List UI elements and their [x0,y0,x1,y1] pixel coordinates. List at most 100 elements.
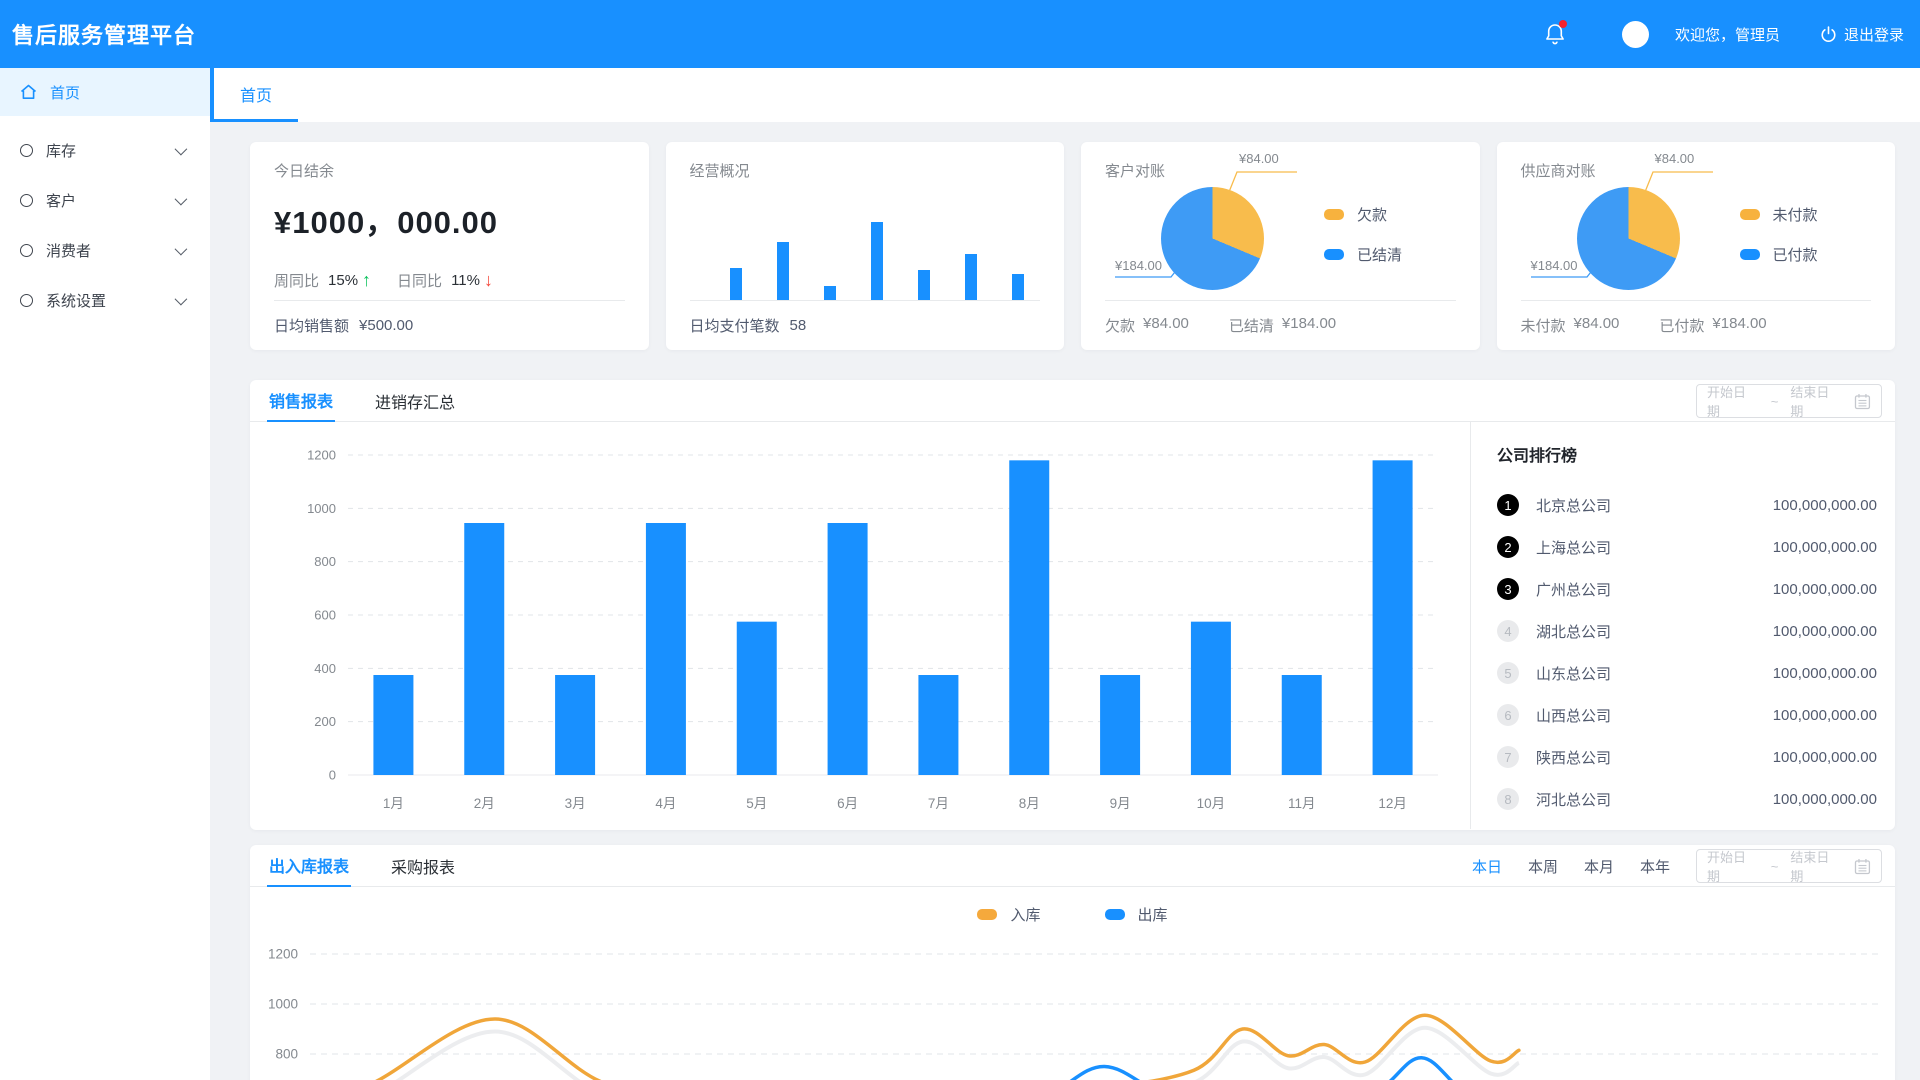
tab-home[interactable]: 首页 [214,68,298,122]
pie-legend: 欠款 已结清 [1324,204,1402,265]
rank-value: 100,000,000.00 [1773,707,1877,724]
footer-label: 欠款 [1105,315,1135,336]
ranking-title: 公司排行榜 [1497,442,1877,466]
power-icon [1820,26,1837,43]
customer-pie-chart [1161,187,1264,290]
chevron-down-icon [175,292,188,305]
card-title: 经营概况 [690,160,1041,181]
circle-icon [20,294,33,307]
chevron-down-icon [175,142,188,155]
footer-label: 已结清 [1229,315,1274,336]
sidebar-item-home[interactable]: 首页 [0,68,210,116]
svg-text:11月: 11月 [1288,796,1316,811]
rank-company: 陕西总公司 [1536,747,1611,768]
legend-item-unpaid[interactable]: 未付款 [1740,204,1818,225]
arrow-up-icon: ↑ [362,270,371,291]
svg-text:12月: 12月 [1378,796,1407,811]
rank-company: 山东总公司 [1536,663,1611,684]
inout-line-chart: 12001000800600 [250,931,1895,1080]
sidebar-item-settings[interactable]: 系统设置 [0,275,210,325]
circle-icon [20,144,33,157]
tab-purchase-report[interactable]: 采购报表 [389,845,457,886]
pie-legend: 未付款 已付款 [1740,204,1818,265]
card-today-balance: 今日结余 ¥1000，000.00 周同比 15% ↑ 日同比 11% ↓ 日均… [250,142,649,350]
rank-company: 山西总公司 [1536,705,1611,726]
footer-label: 未付款 [1521,315,1566,336]
rank-badge: 2 [1497,536,1519,558]
mini-bar [918,270,930,300]
ranking-row: 3 广州总公司 100,000,000.00 [1497,568,1877,610]
filter-month[interactable]: 本月 [1584,856,1614,877]
ranking-row: 8 河北总公司 100,000,000.00 [1497,778,1877,820]
tab-inout-report[interactable]: 出入库报表 [267,845,351,887]
svg-text:800: 800 [314,554,336,569]
svg-text:2月: 2月 [474,796,495,811]
sidebar: 首页 库存 客户 消费者 系统设置 [0,68,210,1080]
ranking-row: 7 陕西总公司 100,000,000.00 [1497,736,1877,778]
page-tabbar: 首页 [210,68,1920,122]
sidebar-item-consumer[interactable]: 消费者 [0,225,210,275]
chevron-down-icon [175,192,188,205]
footer-unpaid: 未付款 ¥84.00 [1521,315,1620,336]
rank-badge: 1 [1497,494,1519,516]
rank-badge: 7 [1497,746,1519,768]
end-date-placeholder: 结束日期 [1790,382,1842,420]
svg-text:3月: 3月 [565,796,586,811]
notification-bell-icon[interactable] [1544,22,1566,46]
avatar[interactable] [1622,21,1649,48]
trend-row: 周同比 15% ↑ 日同比 11% ↓ [274,270,625,291]
ranking-row: 5 山东总公司 100,000,000.00 [1497,652,1877,694]
notification-badge [1559,20,1567,28]
pie-label-small: ¥84.00 [1239,151,1279,166]
legend-item-settled[interactable]: 已结清 [1324,244,1402,265]
rank-value: 100,000,000.00 [1773,665,1877,682]
footer-value: ¥84.00 [1574,315,1620,336]
sales-report-section: 销售报表 进销存汇总 开始日期 ~ 结束日期 [250,380,1895,830]
tab-sales-report[interactable]: 销售报表 [267,380,335,422]
legend-item-inbound[interactable]: 入库 [977,904,1040,925]
pie-chart-area: ¥84.00 ¥184.00 未付款 已付款 [1497,142,1896,300]
card-customer-reconciliation: 客户对账 ¥84.00 ¥184.00 欠款 [1081,142,1480,350]
legend-item-paid[interactable]: 已付款 [1740,244,1818,265]
svg-text:7月: 7月 [928,796,949,811]
legend-item-outbound[interactable]: 出库 [1105,904,1168,925]
rank-value: 100,000,000.00 [1773,539,1877,556]
legend-label: 出库 [1138,904,1168,925]
rank-badge: 6 [1497,704,1519,726]
sidebar-item-label: 系统设置 [46,290,106,311]
card-title: 今日结余 [274,160,625,181]
balance-value: ¥1000，000.00 [274,197,625,242]
day-ratio-value: 11% [451,272,480,289]
legend-swatch [1740,249,1760,260]
stat-cards-row: 今日结余 ¥1000，000.00 周同比 15% ↑ 日同比 11% ↓ 日均… [250,142,1895,350]
mini-bar [777,242,789,300]
card-footer: 日均支付笔数 58 [690,300,1041,350]
arrow-down-icon: ↓ [484,270,493,291]
sidebar-item-customer[interactable]: 客户 [0,175,210,225]
supplier-pie-chart [1577,187,1680,290]
legend-swatch [1740,209,1760,220]
filter-week[interactable]: 本周 [1528,856,1558,877]
footer-value: ¥184.00 [1712,315,1766,336]
inout-legend: 入库 出库 [250,887,1895,931]
svg-text:4月: 4月 [655,796,676,811]
legend-swatch [1324,249,1344,260]
date-range-picker[interactable]: 开始日期 ~ 结束日期 [1696,384,1882,418]
tab-inventory-summary[interactable]: 进销存汇总 [373,380,457,421]
card-footer: 欠款 ¥84.00 已结清 ¥184.00 [1105,300,1456,350]
sidebar-menu: 库存 客户 消费者 系统设置 [0,125,210,325]
sidebar-item-label: 客户 [46,190,76,211]
svg-text:200: 200 [314,714,336,729]
sidebar-item-inventory[interactable]: 库存 [0,125,210,175]
legend-item-owed[interactable]: 欠款 [1324,204,1402,225]
ranking-list: 1 北京总公司 100,000,000.00 2 上海总公司 100,000,0… [1497,484,1877,820]
filter-today[interactable]: 本日 [1472,856,1502,877]
logout-label: 退出登录 [1844,24,1904,45]
svg-text:5月: 5月 [746,796,767,811]
logout-button[interactable]: 退出登录 [1820,24,1904,45]
date-range-picker[interactable]: 开始日期 ~ 结束日期 [1696,849,1882,883]
rank-company: 北京总公司 [1536,495,1611,516]
filter-year[interactable]: 本年 [1640,856,1670,877]
rank-value: 100,000,000.00 [1773,581,1877,598]
svg-text:9月: 9月 [1110,796,1131,811]
